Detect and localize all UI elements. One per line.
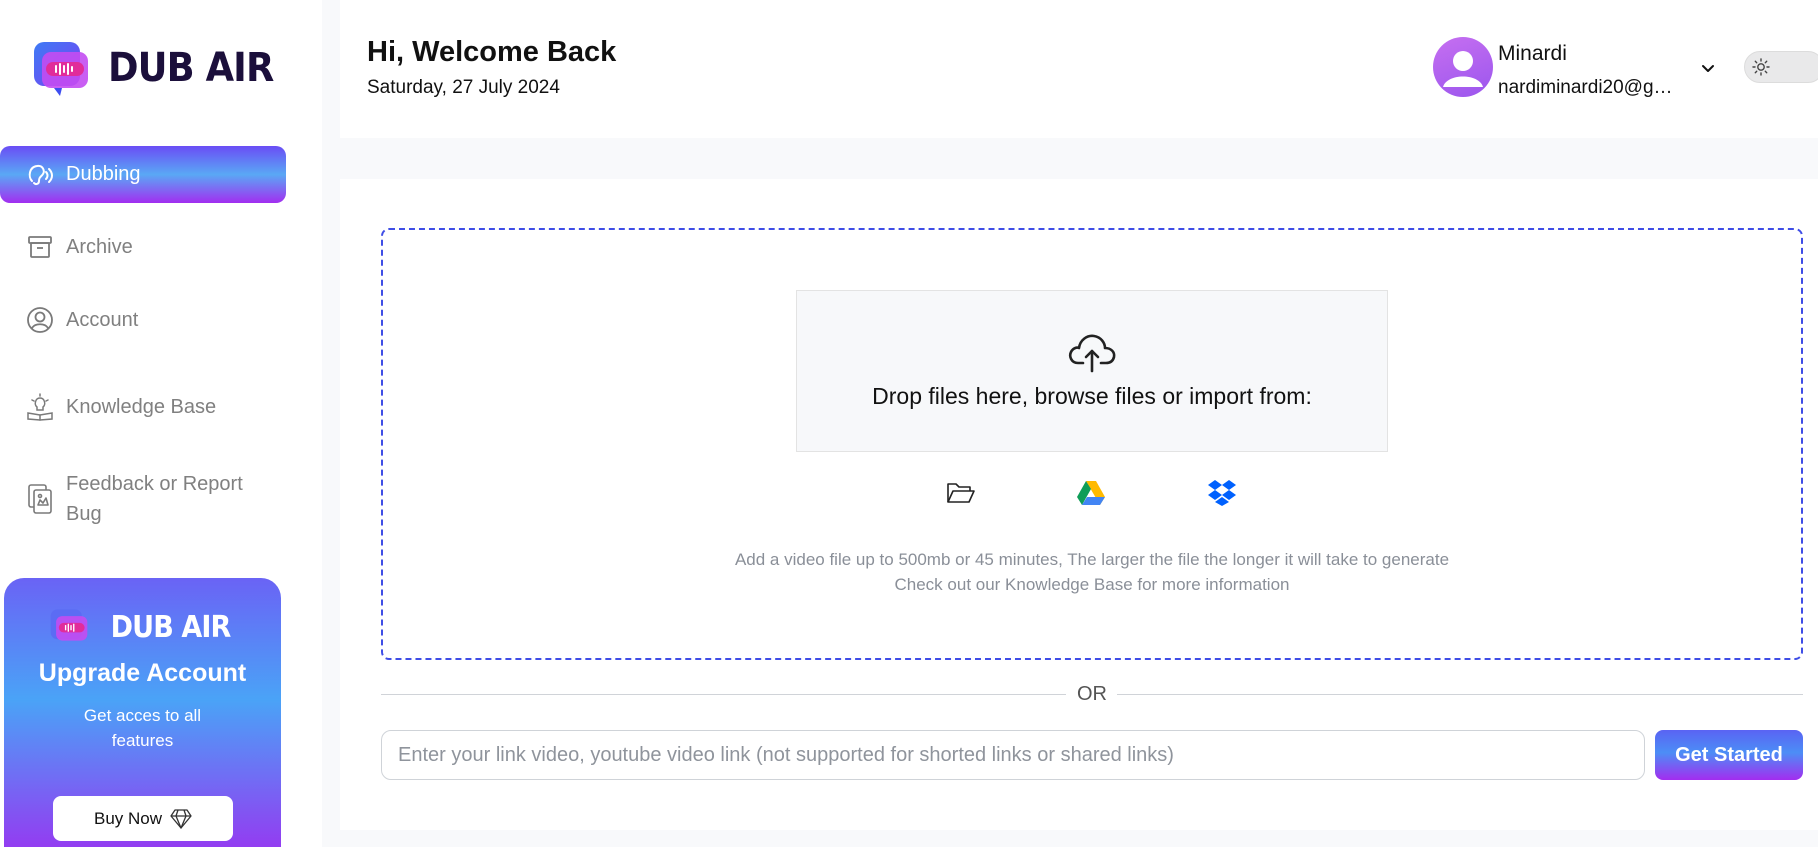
user-circle-icon xyxy=(26,306,54,334)
sidebar-item-dubbing[interactable]: Dubbing xyxy=(0,146,286,203)
logo-icon xyxy=(34,42,88,96)
folder-icon[interactable] xyxy=(946,478,976,508)
upgrade-title: Upgrade Account xyxy=(38,659,247,687)
buy-now-button[interactable]: Buy Now xyxy=(53,796,233,841)
avatar[interactable] xyxy=(1433,37,1493,97)
sidebar-item-account[interactable]: Account xyxy=(0,303,286,337)
dropbox-icon[interactable] xyxy=(1207,478,1237,508)
buy-now-label: Buy Now xyxy=(93,808,163,828)
app-root: DUB AIR Dubbing Archive Account Knowledg… xyxy=(0,0,1818,847)
drop-target[interactable]: Drop files here, browse files or import … xyxy=(796,290,1388,452)
video-link-input[interactable] xyxy=(381,730,1645,780)
or-separator: OR xyxy=(1077,683,1107,705)
avatar-placeholder-icon xyxy=(1443,51,1483,87)
cloud-upload-icon xyxy=(1068,334,1116,373)
brand-name: DUB AIR xyxy=(108,45,274,91)
sidebar-item-label: Dubbing xyxy=(66,163,141,185)
sidebar-item-label: Account xyxy=(66,308,139,331)
upload-hint: Add a video file up to 500mb or 45 minut… xyxy=(734,550,1450,569)
sidebar: DUB AIR Dubbing Archive Account Knowledg… xyxy=(0,0,322,847)
sidebar-item-label: Archive xyxy=(66,235,133,258)
drop-instructions: Drop files here, browse files or import … xyxy=(872,383,1312,409)
get-started-button[interactable]: Get Started xyxy=(1655,730,1803,780)
chevron-down-icon[interactable] xyxy=(1698,58,1718,78)
sidebar-item-label: Feedback or Report Bug xyxy=(66,473,243,525)
sun-icon xyxy=(1749,55,1773,79)
sidebar-item-label: Knowledge Base xyxy=(66,395,217,418)
sidebar-item-knowledge-base[interactable]: Knowledge Base xyxy=(0,390,286,424)
divider-right xyxy=(1117,694,1803,695)
upgrade-brand: DUB AIR xyxy=(4,608,281,646)
google-drive-icon[interactable] xyxy=(1076,478,1106,508)
current-date: Saturday, 27 July 2024 xyxy=(367,77,560,98)
sidebar-item-archive[interactable]: Archive xyxy=(0,230,286,264)
feedback-icon xyxy=(26,484,54,514)
upgrade-card: DUB AIR Upgrade Account Get acces to all… xyxy=(4,578,281,847)
logo-icon xyxy=(50,609,88,641)
theme-toggle[interactable] xyxy=(1744,51,1818,83)
archive-icon xyxy=(26,233,54,261)
upgrade-subtitle: Get acces to all features xyxy=(83,706,202,750)
knowledge-base-hint: Check out our Knowledge Base for more in… xyxy=(894,575,1290,594)
sidebar-item-feedback[interactable]: Feedback or Report Bug xyxy=(0,468,286,530)
dubbing-icon xyxy=(26,161,54,189)
upgrade-brand-name: DUB AIR xyxy=(110,609,232,645)
knowledge-base-icon xyxy=(26,393,54,421)
page-title: Hi, Welcome Back xyxy=(367,36,617,68)
brand-logo[interactable]: DUB AIR xyxy=(32,40,288,96)
user-name: Minardi xyxy=(1498,42,1567,65)
user-email: nardiminardi20@gmail.com xyxy=(1498,77,1686,98)
top-header: Hi, Welcome Back Saturday, 27 July 2024 … xyxy=(340,0,1818,138)
diamond-icon xyxy=(170,808,192,829)
divider-left xyxy=(381,694,1066,695)
